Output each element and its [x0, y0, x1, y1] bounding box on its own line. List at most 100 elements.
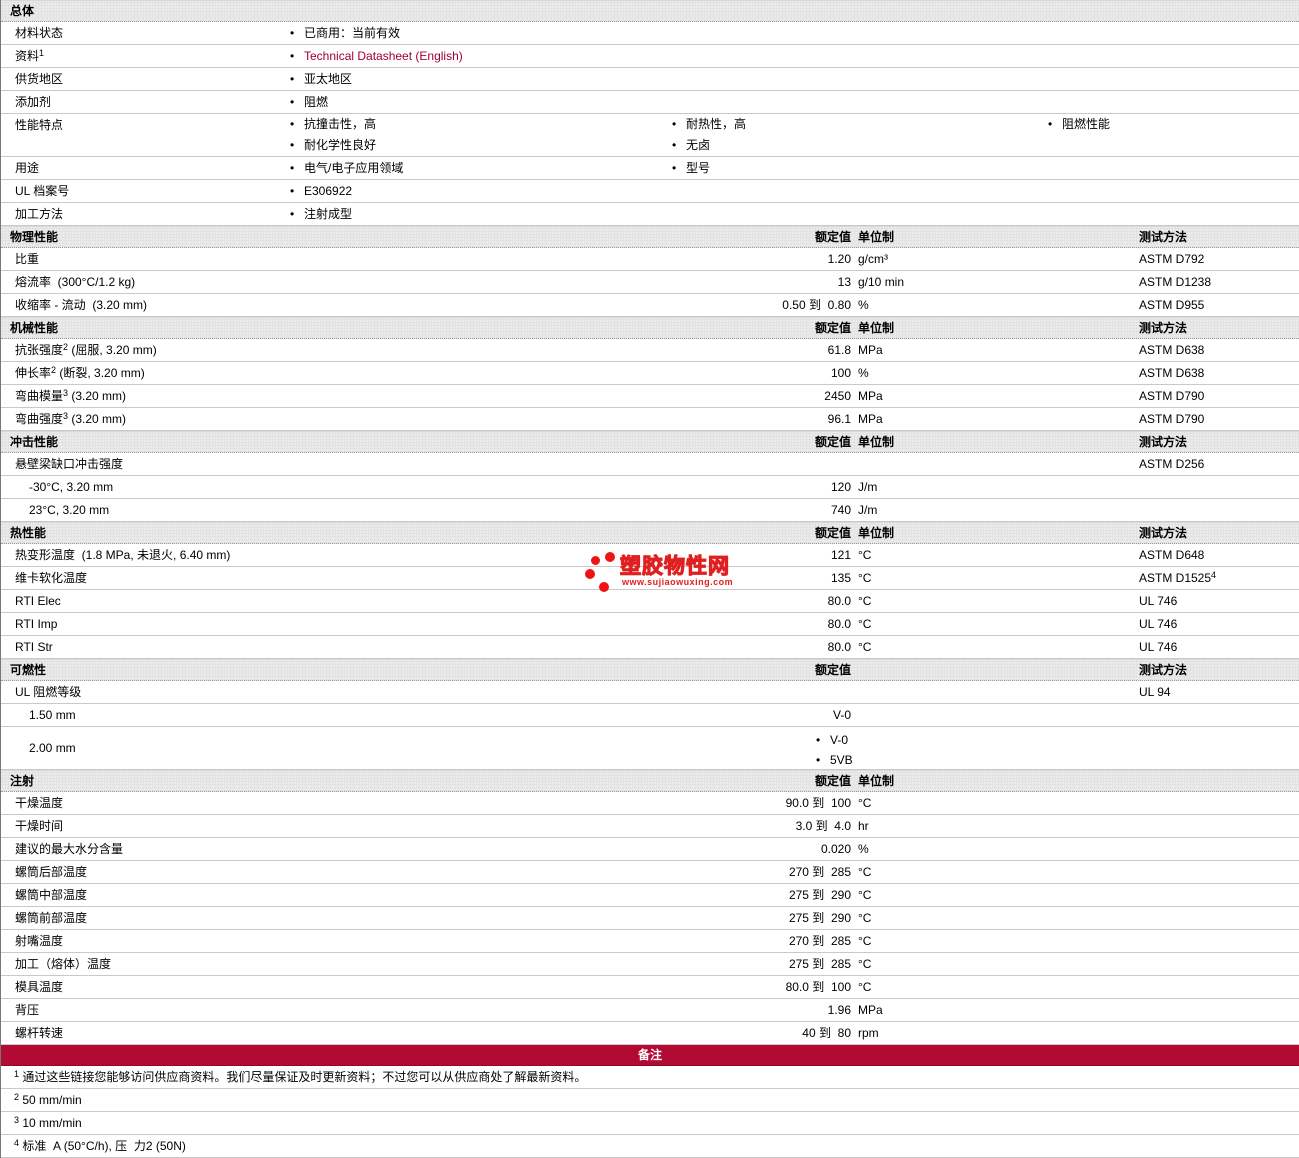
property-row: 干燥时间 3.0 到 4.0 hr	[1, 815, 1299, 838]
section-title-physical: 物理性能	[10, 230, 59, 244]
property-label: 用途	[15, 161, 40, 175]
property-label: 螺筒后部温度	[15, 865, 88, 879]
unit-label: MPa	[858, 389, 883, 403]
property-label: RTI Str	[15, 640, 53, 654]
property-label: 热变形温度 (1.8 MPa, 未退火, 6.40 mm)	[15, 548, 231, 562]
property-row: 比重 1.20 g/cm³ ASTM D792	[1, 248, 1299, 271]
rated-value: 100	[830, 366, 851, 380]
column-header-rated-value: 额定值	[814, 321, 851, 335]
section-header-physical: 物理性能 额定值 单位制 测试方法	[1, 226, 1299, 248]
rated-value: 121	[830, 548, 851, 562]
rated-value: 270 到 285	[788, 865, 851, 879]
bullet-icon: •	[816, 753, 821, 767]
property-row: 用途 • 电气/电子应用领域 • 型号	[1, 157, 1299, 180]
section-header-thermal: 热性能 额定值 单位制 测试方法	[1, 522, 1299, 544]
section-title-flammability: 可燃性	[10, 663, 47, 677]
column-header-unit-system: 单位制	[858, 526, 895, 540]
unit-label: g/cm³	[858, 252, 888, 266]
sections-container: 总体 材料状态 • 已商用：当前有效 资料1 • Technical Datasheet (…	[1, 0, 1299, 1158]
unit-label: °C	[858, 548, 872, 562]
bullet-item-label: 亚太地区	[304, 72, 353, 86]
unit-label: °C	[858, 934, 872, 948]
property-row: 加工方法 • 注射成型	[1, 203, 1299, 226]
property-row: 供货地区 • 亚太地区	[1, 68, 1299, 91]
rated-value: 80.0 到 100	[785, 980, 851, 994]
section-header-general: 总体	[1, 0, 1299, 22]
column-header-test-method: 测试方法	[1139, 321, 1188, 335]
property-label: 加工方法	[15, 207, 64, 221]
unit-label: °C	[858, 888, 872, 902]
superscript-ref: 2	[63, 342, 69, 352]
property-label: 干燥温度	[15, 796, 64, 810]
property-label: 抗张强度2 (屈服, 3.20 mm)	[15, 342, 157, 357]
bullet-icon: •	[672, 117, 677, 131]
unit-label: %	[858, 842, 869, 856]
rated-value: V-0	[830, 733, 849, 747]
note-ref: 2	[14, 1092, 20, 1102]
section-title-impact: 冲击性能	[10, 435, 59, 449]
property-label: 供货地区	[15, 72, 64, 86]
test-method: ASTM D955	[1139, 298, 1205, 312]
note-row: 4 标准 A (50°C/h), 压 力2 (50N)	[1, 1135, 1299, 1158]
rated-value: 3.0 到 4.0	[795, 819, 851, 833]
property-label: 加工（熔体）温度	[15, 957, 112, 971]
bullet-item-label: 阻燃	[304, 95, 329, 109]
test-method: UL 94	[1139, 685, 1171, 699]
property-row: RTI Elec 80.0 °C UL 746	[1, 590, 1299, 613]
column-header-unit-system: 单位制	[858, 435, 895, 449]
section-title-mechanical: 机械性能	[10, 321, 59, 335]
property-row: 23°C, 3.20 mm 740 J/m	[1, 499, 1299, 522]
property-row: 螺筒前部温度 275 到 290 °C	[1, 907, 1299, 930]
bullet-icon: •	[672, 138, 677, 152]
bullet-icon: •	[290, 72, 295, 86]
property-label: 模具温度	[15, 980, 64, 994]
column-header-rated-value: 额定值	[814, 230, 851, 244]
bullet-item: • 电气/电子应用领域	[290, 157, 403, 179]
property-label: 螺筒中部温度	[15, 888, 88, 902]
bullet-item: • E306922	[290, 180, 352, 202]
unit-label: °C	[858, 617, 872, 631]
bullet-item: • 已商用：当前有效	[290, 22, 400, 44]
rated-value: 0.50 到 0.80	[782, 298, 851, 312]
property-row: 射嘴温度 270 到 285 °C	[1, 930, 1299, 953]
unit-label: J/m	[858, 480, 878, 494]
property-label: 伸长率2 (断裂, 3.20 mm)	[15, 365, 145, 380]
column-header-test-method: 测试方法	[1139, 230, 1188, 244]
test-method: UL 746	[1139, 594, 1178, 608]
note-text: 50 mm/min	[19, 1093, 82, 1107]
unit-label: rpm	[858, 1026, 879, 1040]
test-method: UL 746	[1139, 640, 1178, 654]
property-label: 2.00 mm	[29, 741, 76, 755]
property-row: 收缩率 - 流动 (3.20 mm) 0.50 到 0.80% ASTM D955	[1, 294, 1299, 317]
bullet-item-label: 抗撞击性，高	[304, 117, 377, 131]
rated-value: 1.96	[827, 1003, 851, 1017]
property-label-note: (3.20 mm)	[68, 389, 127, 403]
bullet-item-label: 无卤	[686, 138, 711, 152]
note-ref: 1	[14, 1069, 20, 1079]
test-method: ASTM D638	[1139, 366, 1205, 380]
test-method: ASTM D1238	[1139, 275, 1212, 289]
test-method: ASTM D790	[1139, 412, 1205, 426]
bullet-item: • 阻燃性能	[1048, 114, 1110, 135]
bullet-item-label: 已商用：当前有效	[304, 26, 401, 40]
bullet-item-label: E306922	[304, 184, 353, 198]
unit-label: %	[858, 366, 869, 380]
unit-label: MPa	[858, 412, 883, 426]
rated-value: 740	[830, 503, 851, 517]
property-row: RTI Imp 80.0 °C UL 746	[1, 613, 1299, 636]
property-label: RTI Elec	[15, 594, 61, 608]
property-label: 射嘴温度	[15, 934, 64, 948]
property-label: UL 阻燃等级	[15, 685, 82, 699]
datasheet-link[interactable]: Technical Datasheet (English)	[304, 49, 463, 63]
test-method: UL 746	[1139, 617, 1178, 631]
property-row: 螺杆转速 40 到 80 rpm	[1, 1022, 1299, 1045]
property-label-note: (屈服, 3.20 mm)	[68, 343, 157, 357]
property-row: 弯曲模量3 (3.20 mm) 2450 MPa ASTM D790	[1, 385, 1299, 408]
property-label: UL 档案号	[15, 184, 70, 198]
note-text: 通过这些链接您能够访问供应商资料。我们尽量保证及时更新资料；不过您可以从供应商处…	[19, 1070, 587, 1084]
bullet-item-label: 阻燃性能	[1062, 117, 1111, 131]
property-label: 建议的最大水分含量	[15, 842, 124, 856]
bullet-icon: •	[290, 117, 295, 131]
rated-value-bullet-item: • 5VB	[816, 751, 853, 769]
note-row: 3 10 mm/min	[1, 1112, 1299, 1135]
